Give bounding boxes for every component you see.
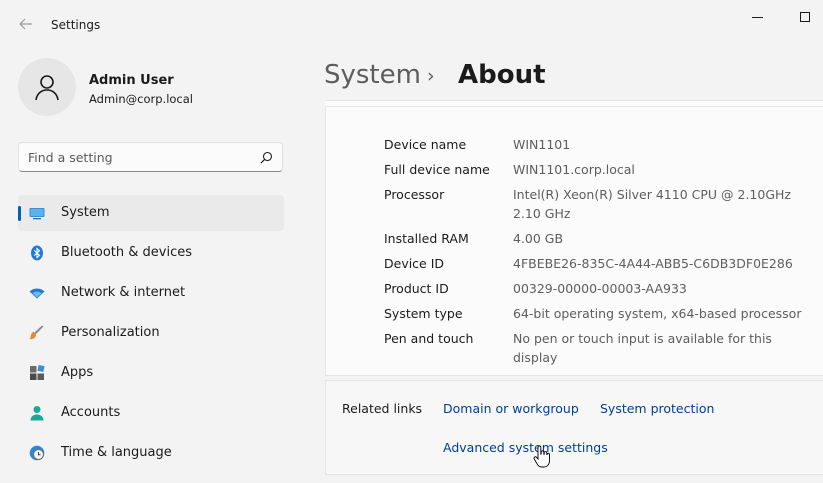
sidebar-item-system[interactable]: System — [18, 195, 284, 231]
sidebar-item-time-language[interactable]: Time & language — [18, 435, 284, 471]
back-arrow-icon[interactable] — [17, 15, 35, 33]
sidebar-item-label: Apps — [61, 365, 94, 380]
sidebar-item-label: Personalization — [61, 325, 160, 340]
sidebar-nav: System Bluetooth & devices Network & int… — [18, 195, 284, 475]
avatar[interactable] — [18, 58, 76, 116]
user-email: Admin@corp.local — [89, 92, 193, 106]
sidebar-item-personalization[interactable]: Personalization — [18, 315, 284, 351]
brush-icon — [29, 325, 44, 340]
title-bar: Settings — [0, 0, 823, 48]
sidebar-item-network[interactable]: Network & internet — [18, 275, 284, 311]
spec-label: Full device name — [384, 162, 490, 177]
user-name: Admin User — [89, 73, 174, 88]
sidebar-item-label: Network & internet — [61, 285, 186, 300]
system-protection-link[interactable]: System protection — [600, 401, 714, 416]
spec-label: Installed RAM — [384, 231, 469, 246]
search-input[interactable] — [28, 148, 253, 166]
wifi-icon — [29, 288, 45, 299]
person-icon — [30, 406, 44, 421]
clock-globe-icon — [29, 445, 45, 461]
maximize-icon[interactable] — [800, 12, 810, 22]
sidebar-item-label: System — [61, 205, 110, 220]
spec-label: Processor — [384, 187, 445, 202]
search-box — [18, 142, 283, 172]
spec-label: System type — [384, 306, 463, 321]
page-title: About — [458, 60, 546, 90]
breadcrumb-chevron-icon: › — [427, 65, 435, 87]
spec-label: Device name — [384, 137, 467, 152]
minimize-icon[interactable] — [752, 17, 763, 18]
sidebar-item-label: Accounts — [61, 405, 121, 420]
spec-value: No pen or touch input is available for t… — [513, 331, 772, 365]
spec-value: 4.00 GB — [513, 231, 564, 246]
sidebar-item-label: Time & language — [61, 445, 172, 460]
sidebar-item-apps[interactable]: Apps — [18, 355, 284, 391]
spec-value: WIN1101 — [513, 137, 571, 152]
hand-cursor-icon — [533, 445, 550, 468]
apps-icon — [30, 365, 45, 380]
spec-value: 00329-00000-00003-AA933 — [513, 281, 687, 296]
spec-label: Pen and touch — [384, 331, 474, 346]
monitor-icon — [29, 208, 45, 220]
spec-value: 64-bit operating system, x64-based proce… — [513, 306, 802, 321]
sidebar-item-bluetooth[interactable]: Bluetooth & devices — [18, 235, 284, 271]
bluetooth-icon — [31, 245, 43, 261]
spec-value: 4FBEBE26-835C-4A44-ABB5-C6DB3DF0E286 — [513, 256, 793, 271]
related-links-card — [325, 380, 823, 475]
breadcrumb-parent[interactable]: System — [324, 60, 421, 90]
search-icon[interactable] — [260, 151, 273, 164]
advanced-system-settings-link[interactable]: Advanced system settings — [443, 440, 608, 455]
spec-label: Device ID — [384, 256, 445, 271]
person-silhouette-icon — [35, 75, 59, 101]
domain-workgroup-link[interactable]: Domain or workgroup — [443, 401, 579, 416]
app-title: Settings — [51, 18, 101, 32]
spec-value: Intel(R) Xeon(R) Silver 4110 CPU @ 2.10G… — [513, 187, 791, 221]
spec-value: WIN1101.corp.local — [513, 162, 635, 177]
sidebar-item-accounts[interactable]: Accounts — [18, 395, 284, 431]
spec-label: Product ID — [384, 281, 449, 296]
sidebar-item-label: Bluetooth & devices — [61, 245, 192, 260]
related-links-label: Related links — [342, 401, 423, 416]
